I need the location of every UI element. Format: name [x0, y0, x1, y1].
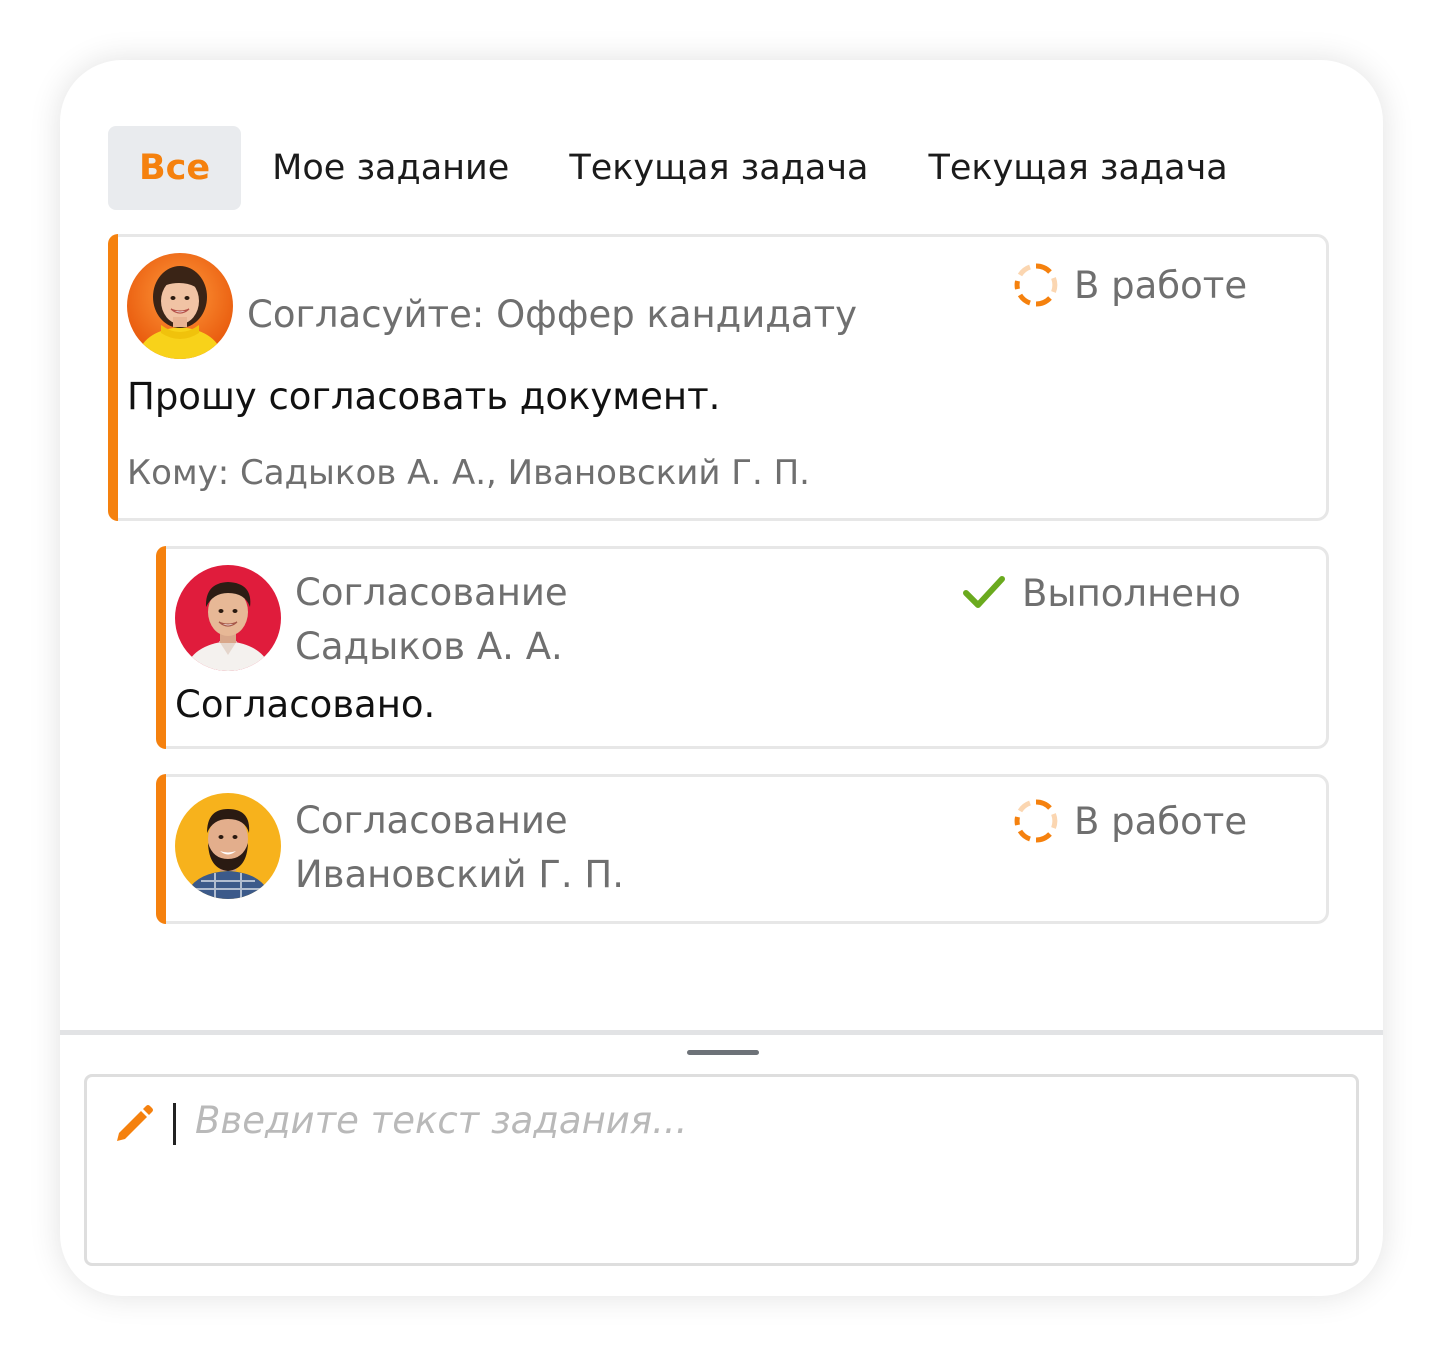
subtask-status-label: Выполнено	[1022, 571, 1241, 615]
avatar-woman-icon	[127, 253, 233, 359]
subtask-title: Согласование	[295, 571, 568, 614]
divider	[60, 1030, 1383, 1035]
avatar-bearded-man-icon	[175, 793, 281, 899]
subtask-assignee: Садыков А. А.	[295, 625, 563, 668]
checkmark-icon	[962, 571, 1006, 615]
subtask-body: Согласовано.	[175, 683, 436, 726]
task-status-label: В работе	[1074, 263, 1248, 307]
text-cursor	[173, 1103, 176, 1145]
resize-handle[interactable]	[687, 1050, 759, 1055]
subtask-card[interactable]: Согласование Ивановский Г. П. В работе	[156, 774, 1329, 924]
subtask-status-label: В работе	[1074, 799, 1248, 843]
tab-all[interactable]: Все	[108, 126, 242, 210]
task-accent-bar	[108, 234, 118, 521]
task-body: Прошу согласовать документ.	[127, 375, 721, 418]
tab-my-task[interactable]: Мое задание	[272, 126, 509, 210]
in-progress-icon	[1014, 263, 1058, 307]
task-recipients: Кому: Садыков А. А., Ивановский Г. П.	[127, 453, 810, 493]
in-progress-icon	[1014, 799, 1058, 843]
task-text-input[interactable]: Введите текст задания...	[84, 1074, 1359, 1266]
subtask-status: В работе	[1014, 799, 1247, 843]
avatar-man-icon	[175, 565, 281, 671]
subtask-status: Выполнено	[962, 571, 1241, 615]
task-panel: Все Мое задание Текущая задача Текущая з…	[60, 60, 1383, 1296]
task-status: В работе	[1014, 263, 1247, 307]
subtask-assignee: Ивановский Г. П.	[295, 853, 625, 896]
task-accent-bar	[156, 546, 166, 749]
tab-current-task-2[interactable]: Текущая задача	[929, 126, 1228, 210]
input-placeholder: Введите текст задания...	[195, 1099, 688, 1142]
tab-current-task[interactable]: Текущая задача	[569, 126, 868, 210]
subtask-card[interactable]: Согласование Садыков А. А. Выполнено Сог…	[156, 546, 1329, 749]
subtask-title: Согласование	[295, 799, 568, 842]
task-card[interactable]: Согласуйте: Оффер кандидату В работе Про…	[108, 234, 1329, 521]
task-accent-bar	[156, 774, 166, 924]
task-title: Согласуйте: Оффер кандидату	[247, 293, 858, 336]
pencil-icon	[113, 1103, 155, 1145]
filter-tabs: Все Мое задание Текущая задача Текущая з…	[108, 126, 1228, 210]
